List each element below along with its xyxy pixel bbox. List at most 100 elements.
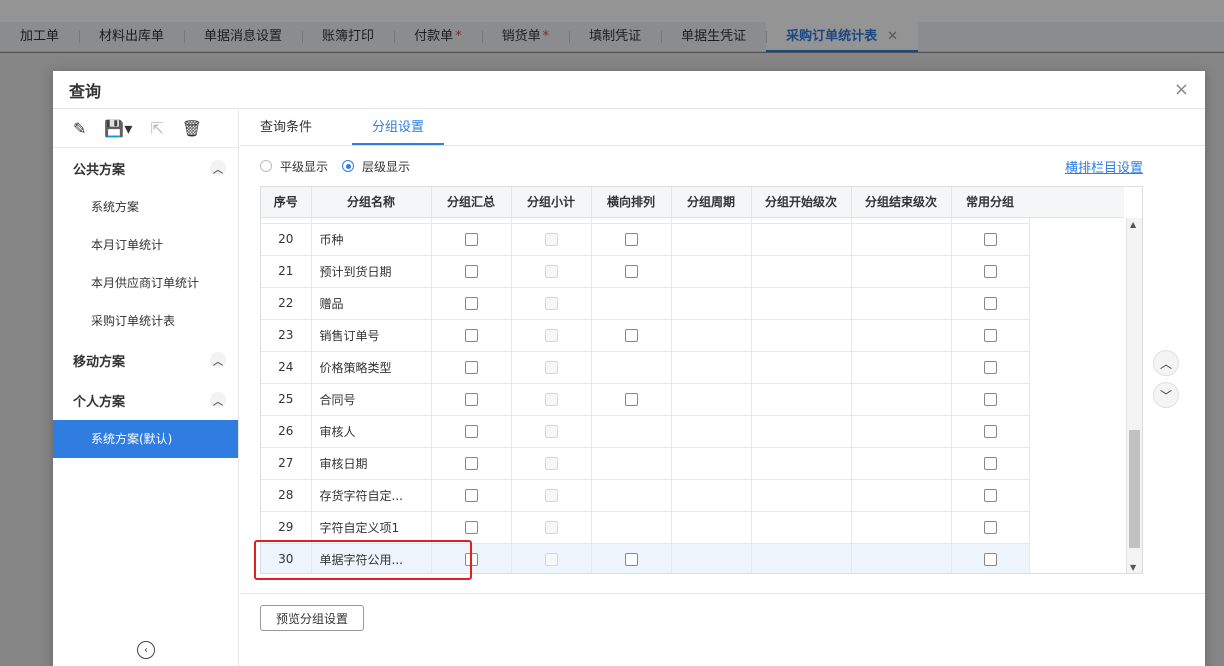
scheme-item[interactable]: 系统方案 [53,188,238,226]
level-display-radio[interactable] [342,160,355,172]
scroll-thumb[interactable] [1129,430,1140,548]
scheme-groups: 公共方案 ︿ 系统方案 本月订单统计 本月供应商订单统计 采购订单统计表 移动方案 ︿ 个人方案… [53,148,238,458]
scheme-group-0[interactable]: 公共方案 ︿ [53,148,238,188]
cell [431,287,512,320]
scheme-item[interactable]: 采购订单统计表 [53,302,238,340]
scheme-item[interactable]: 系统方案(默认) [53,420,238,458]
horizontal-checkbox[interactable] [624,329,638,342]
chevron-up-icon[interactable]: ︿ [210,160,226,176]
empty-cell [851,479,952,512]
common-group-checkbox[interactable] [983,457,997,470]
dialog-header: 查询 × [53,71,1205,109]
common-group-checkbox[interactable] [983,265,997,278]
sidebar-toolbar: ✎ 💾▾ ⇱ 🗑 [53,110,238,148]
horizontal-checkbox[interactable] [624,553,638,566]
close-icon[interactable]: × [1174,79,1189,100]
cell [511,287,592,320]
empty-cell [671,511,752,544]
chevron-up-icon[interactable]: ︿ [210,392,226,408]
common-group-checkbox[interactable] [983,489,997,502]
common-group-checkbox[interactable] [983,521,997,534]
table-row[interactable]: 20 币种 [261,223,1030,256]
group-subtotal-checkbox [544,361,558,374]
tab-group-settings[interactable]: 分组设置 [352,110,445,145]
query-dialog: 查询 × ✎ 💾▾ ⇱ 🗑 公共方案 ︿ 系统方案 本月订单统计 本月供应商订单统计 采购… [53,71,1205,666]
table-row[interactable]: 24 价格策略类型 [261,351,1030,384]
cell [511,415,592,448]
column-settings-link[interactable]: 横排栏目设置 [1065,157,1143,176]
empty-cell [851,319,952,352]
horizontal-checkbox[interactable] [624,233,638,246]
group-table: 序号 分组名称 分组汇总 分组小计 横向排列 分组周期 分组开始级次 分组结束级次 常用分组 2… [260,186,1143,574]
group-name: 价格策略类型 [311,351,432,384]
chevron-up-icon[interactable]: ︿ [210,352,226,368]
common-group-checkbox[interactable] [983,361,997,374]
empty-cell [751,383,852,416]
empty-cell [751,319,852,352]
row-number: 28 [261,479,312,512]
empty-cell [751,479,852,512]
tab-query-conditions[interactable]: 查询条件 [260,110,332,145]
empty-cell [671,447,752,480]
cell [431,255,512,288]
scheme-group-1[interactable]: 移动方案 ︿ [53,340,238,380]
scheme-group-2[interactable]: 个人方案 ︿ [53,380,238,420]
export-icon[interactable]: ⇱ [150,119,163,138]
empty-cell [671,351,752,384]
table-row[interactable]: 28 存货字符自定... [261,479,1030,512]
group-sum-checkbox[interactable] [464,297,478,310]
scroll-down-icon[interactable]: ▼ [1130,563,1136,572]
empty-cell [671,543,752,573]
empty-cell [851,223,952,256]
common-group-checkbox[interactable] [983,233,997,246]
group-sum-checkbox[interactable] [464,361,478,374]
group-sum-checkbox[interactable] [464,457,478,470]
table-row[interactable]: 22 赠品 [261,287,1030,320]
horizontal-checkbox[interactable] [624,265,638,278]
cell [591,319,672,352]
table-row[interactable]: 23 销售订单号 [261,319,1030,352]
cell [591,543,672,573]
scheme-item[interactable]: 本月供应商订单统计 [53,264,238,302]
row-number: 25 [261,383,312,416]
cell [511,223,592,256]
preview-group-button[interactable]: 预览分组设置 [260,605,364,631]
cell [431,447,512,480]
common-group-checkbox[interactable] [983,553,997,566]
delete-icon[interactable]: 🗑 [182,119,202,138]
group-sum-checkbox[interactable] [464,489,478,502]
save-icon[interactable]: 💾▾ [104,119,132,138]
table-row[interactable]: 21 预计到货日期 [261,255,1030,288]
group-sum-checkbox[interactable] [464,329,478,342]
edit-icon[interactable]: ✎ [73,119,86,138]
cell [951,255,1030,288]
move-up-icon[interactable]: ︿ [1153,350,1179,376]
group-sum-checkbox[interactable] [464,393,478,406]
common-group-checkbox[interactable] [983,329,997,342]
table-row[interactable]: 27 审核日期 [261,447,1030,480]
table-scrollbar[interactable]: ▲ ▼ [1126,218,1142,573]
move-down-icon[interactable]: ﹀ [1153,382,1179,408]
scheme-item[interactable]: 本月订单统计 [53,226,238,264]
common-group-checkbox[interactable] [983,297,997,310]
group-name: 审核日期 [311,447,432,480]
common-group-checkbox[interactable] [983,425,997,438]
table-row[interactable]: 25 合同号 [261,383,1030,416]
table-row[interactable]: 26 审核人 [261,415,1030,448]
group-sum-checkbox[interactable] [464,425,478,438]
scroll-up-icon[interactable]: ▲ [1130,220,1136,229]
dialog-title: 查询 [69,81,102,101]
collapse-left-icon[interactable]: ‹ [137,641,155,659]
flat-display-label: 平级显示 [280,159,329,174]
scheme-group-label: 个人方案 [73,394,126,410]
horizontal-checkbox[interactable] [624,393,638,406]
group-sum-checkbox[interactable] [464,265,478,278]
table-row[interactable]: 29 字符自定义项1 [261,511,1030,544]
row-number: 29 [261,511,312,544]
level-display-label: 层级显示 [362,159,411,174]
flat-display-radio[interactable] [260,160,272,172]
common-group-checkbox[interactable] [983,393,997,406]
group-sum-checkbox[interactable] [464,521,478,534]
group-sum-checkbox[interactable] [464,233,478,246]
empty-cell [751,287,852,320]
